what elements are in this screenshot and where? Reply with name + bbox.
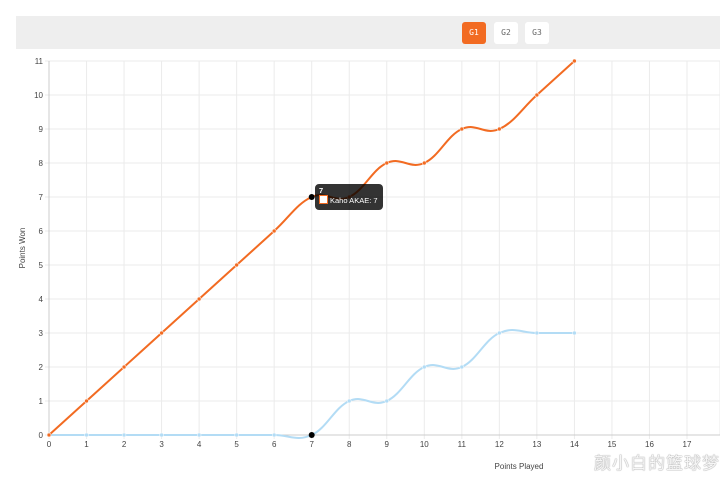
- tooltip-label: Kaho AKAE: 7: [330, 196, 378, 205]
- data-point: [572, 330, 577, 336]
- points-chart: 0 1 2 3 4 5 6 7 8 9 10 11 12 13 14 15 16 1701234567891011…: [18, 57, 720, 471]
- data-point: [121, 364, 127, 370]
- data-point: [497, 330, 502, 336]
- x-tick-label: 16: [645, 440, 654, 449]
- data-point: [308, 432, 315, 438]
- y-tick-label: 5: [39, 261, 44, 270]
- watermark: 颜小白的篮球梦: [594, 454, 720, 473]
- data-point: [159, 432, 164, 438]
- y-tick-label: 9: [39, 125, 44, 134]
- x-tick-label: 6: [272, 440, 277, 449]
- data-point: [384, 398, 390, 404]
- y-tick-label: 10: [34, 91, 43, 100]
- y-tick-label: 7: [39, 193, 44, 202]
- data-point: [196, 296, 202, 302]
- y-tick-label: 3: [39, 329, 44, 338]
- x-tick-label: 3: [159, 440, 164, 449]
- data-point: [459, 126, 465, 132]
- x-tick-label: 4: [197, 440, 202, 449]
- x-tick-label: 12: [495, 440, 504, 449]
- y-tick-label: 11: [35, 57, 44, 66]
- x-tick-label: 5: [234, 440, 239, 449]
- y-tick-label: 8: [39, 159, 44, 168]
- x-tick-label: 8: [347, 440, 352, 449]
- x-tick-label: 13: [532, 440, 541, 449]
- x-tick-label: 2: [122, 440, 127, 449]
- data-point: [572, 58, 577, 64]
- y-tick-label: 0: [39, 431, 44, 440]
- data-point: [159, 330, 164, 336]
- data-point: [346, 398, 352, 404]
- x-tick-label: 10: [420, 440, 429, 449]
- data-point: [308, 194, 315, 200]
- y-tick-label: 2: [39, 363, 44, 372]
- tooltip: 7 Kaho AKAE: 7: [315, 184, 383, 210]
- y-tick-label: 4: [39, 295, 44, 304]
- data-point: [84, 432, 89, 438]
- x-tick-label: 17: [683, 440, 692, 449]
- x-tick-label: 7: [309, 440, 314, 449]
- y-tick-label: 6: [39, 227, 44, 236]
- x-tick-label: 9: [385, 440, 390, 449]
- data-point: [234, 432, 239, 438]
- x-tick-label: 15: [607, 440, 616, 449]
- data-point: [534, 330, 540, 336]
- data-point: [422, 160, 427, 166]
- data-point: [271, 432, 277, 438]
- y-axis-label: Points Won: [18, 228, 27, 269]
- x-axis-label: Points Played: [495, 462, 544, 471]
- x-tick-label: 0: [47, 440, 52, 449]
- data-point: [384, 160, 390, 166]
- series-swatch-icon: [319, 195, 328, 204]
- x-tick-label: 11: [458, 440, 467, 449]
- x-tick-label: 1: [84, 440, 89, 449]
- data-point: [196, 432, 202, 438]
- data-point: [234, 262, 239, 268]
- data-point: [422, 364, 427, 370]
- data-point: [121, 432, 127, 438]
- data-point: [46, 432, 52, 438]
- data-point: [497, 126, 502, 132]
- data-point: [271, 228, 277, 234]
- x-tick-label: 14: [570, 440, 579, 449]
- data-point: [534, 92, 540, 98]
- tooltip-title: 7: [319, 186, 324, 195]
- y-tick-label: 1: [39, 397, 44, 406]
- data-point: [459, 364, 465, 370]
- data-point: [84, 398, 89, 404]
